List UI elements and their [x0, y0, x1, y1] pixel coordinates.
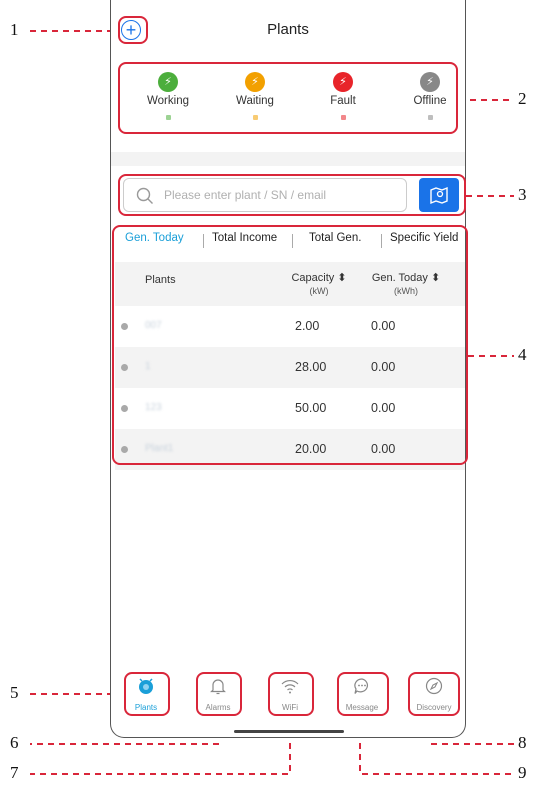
page-title: Plants — [267, 21, 309, 38]
callout-frame-1 — [118, 16, 148, 44]
callout-4: 4 — [518, 345, 527, 364]
callout-6: 6 — [10, 733, 19, 752]
callout-frame-2 — [118, 62, 458, 134]
callout-1: 1 — [10, 20, 19, 39]
callout-frame-9 — [337, 672, 389, 716]
callout-frame-4 — [112, 225, 468, 465]
callout-7: 7 — [10, 763, 19, 782]
callout-5: 5 — [10, 683, 19, 702]
callout-3: 3 — [518, 185, 527, 204]
callout-9: 9 — [518, 763, 527, 782]
callout-2: 2 — [518, 89, 527, 108]
section-divider — [111, 152, 465, 166]
callout-frame-7 — [268, 672, 314, 716]
home-indicator — [234, 730, 344, 733]
callout-frame-5 — [124, 672, 170, 716]
callout-frame-3 — [118, 174, 466, 216]
callout-8: 8 — [518, 733, 527, 752]
callout-frame-8 — [408, 672, 460, 716]
callout-frame-6 — [196, 672, 242, 716]
